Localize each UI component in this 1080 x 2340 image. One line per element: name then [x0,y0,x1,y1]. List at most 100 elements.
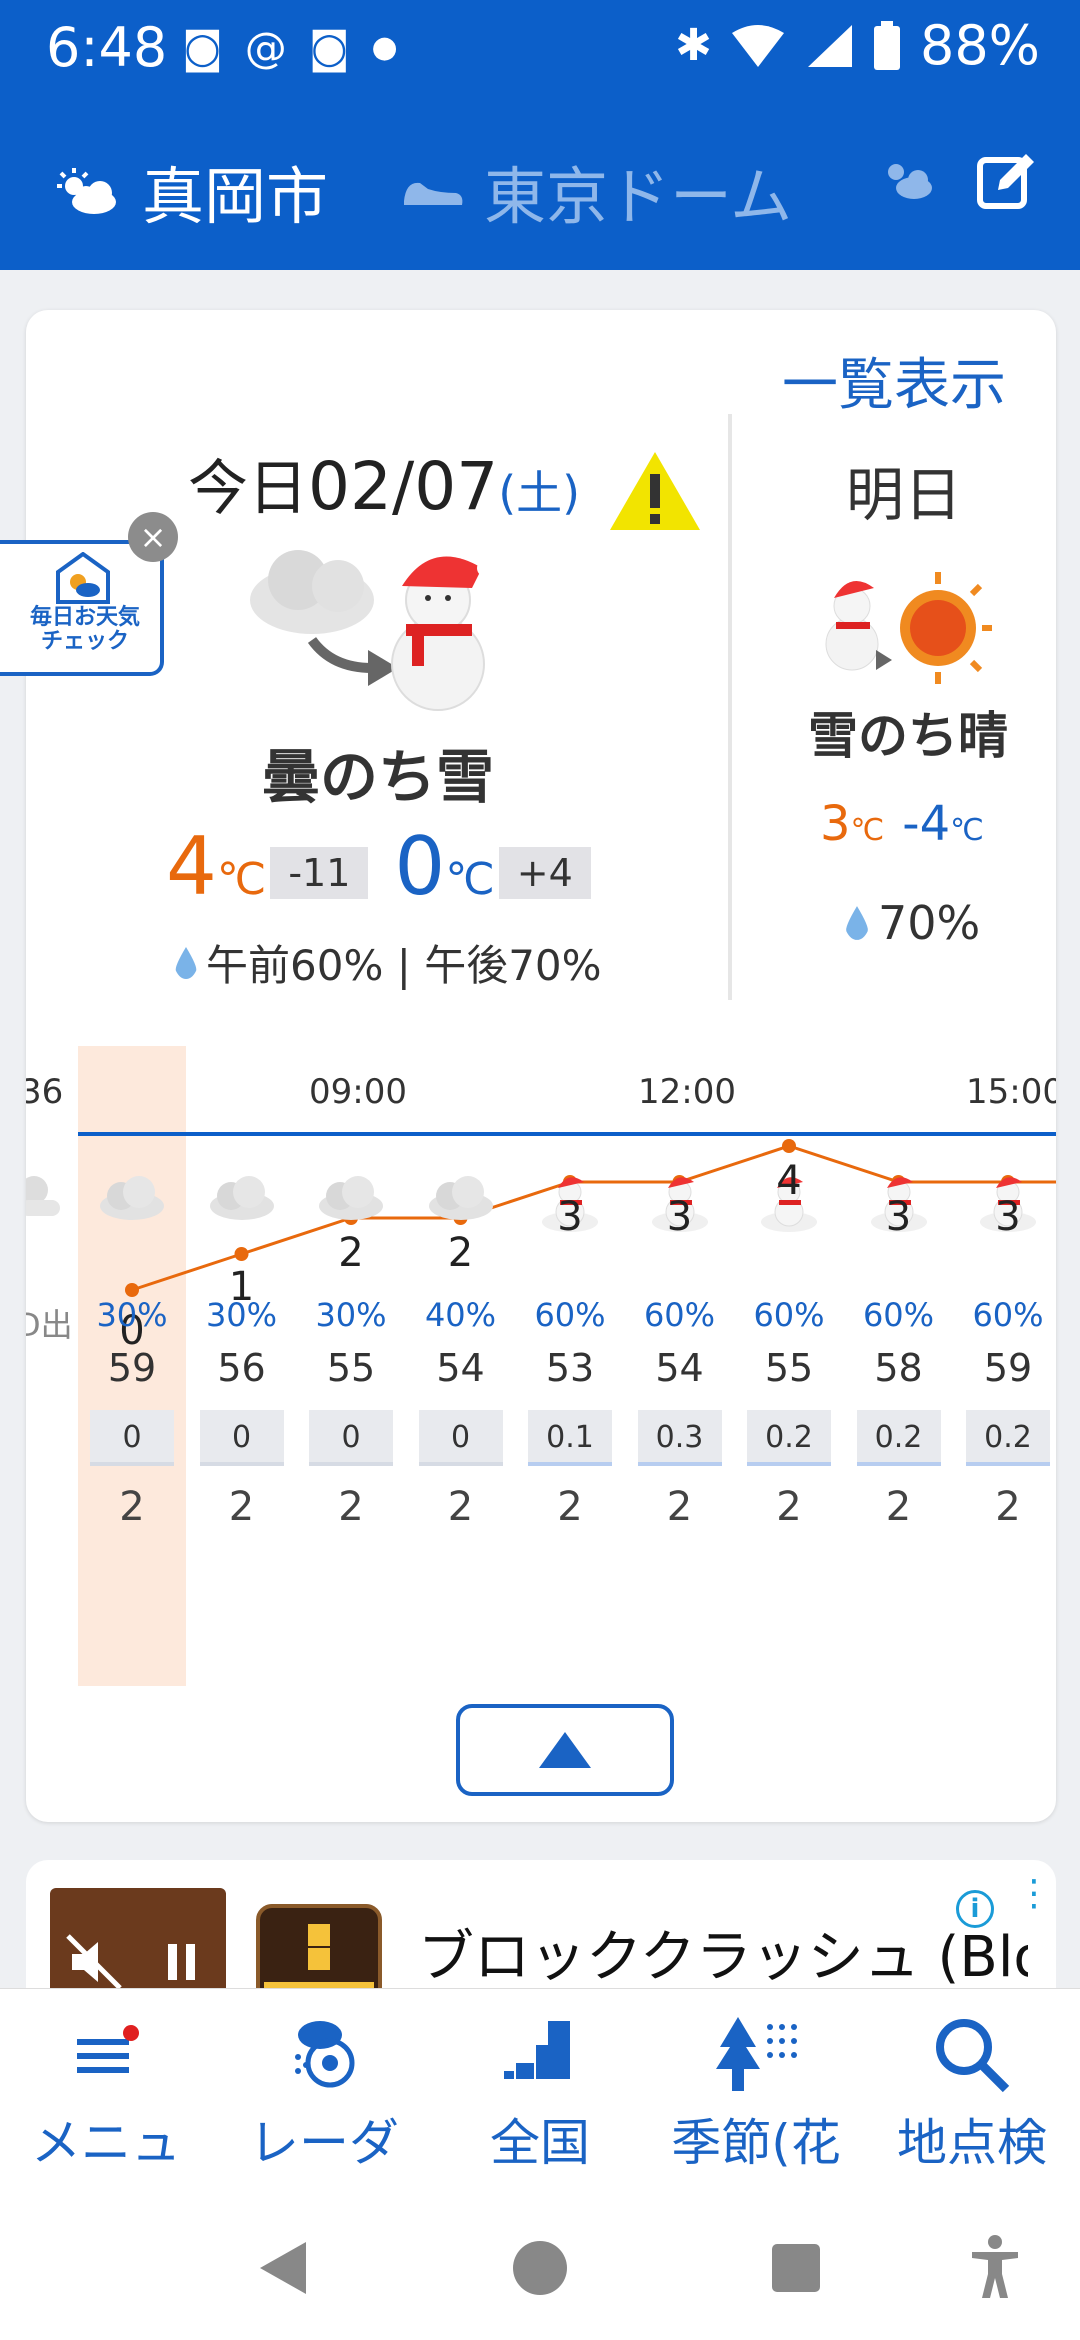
recents-icon[interactable] [770,2242,822,2294]
hourly-temp: 3 [995,1194,1021,1240]
hourly-temp: 3 [885,1194,912,1240]
hourly-column: 0 30% 59 0 2 [78,1046,186,1646]
location-main-label: 真岡市 [142,160,329,233]
calendar-sun-icon [56,552,110,604]
cloud-icon [407,1172,515,1222]
hourly-pop: 30% [315,1296,387,1334]
location-tab-main[interactable]: 真岡市 [52,146,328,236]
nav-national[interactable]: 全国 [440,2007,640,2175]
hourly-wind: 2 [557,1484,583,1530]
hourly-humidity: 59 [983,1346,1033,1390]
tomorrow-low-temp: -4℃ [902,796,984,852]
hourly-pop: 30% [96,1296,168,1334]
hourly-rain: 0 [418,1410,503,1466]
nav-label: 地点検 [897,2114,1047,2172]
daily-check-badge[interactable]: 毎日お天気 チェック [0,540,164,676]
bluetooth-icon: ✱ [675,20,712,71]
hourly-rain: 0.3 [637,1410,722,1466]
mute-icon[interactable] [64,1932,124,1992]
hourly-column: 3 60% 58 0.2 2 [845,1046,953,1646]
cloud-icon [188,1172,296,1222]
weather-settings-icon[interactable] [878,154,936,204]
hourly-wind: 2 [447,1484,474,1530]
hourly-forecast[interactable]: 36 09:00 12:00 15:00 D出 0 30% 59 0 2 1 30% 56 0 2… [26,1046,1056,1726]
nav-radar[interactable]: レーダ [224,2007,424,2175]
nav-season[interactable]: 季節(花 [656,2007,856,2175]
hourly-pop: 60% [753,1296,825,1334]
nav-label: メニュ [31,2114,181,2172]
status-bar: 6:48 ◙ @ ◙ ● ✱ 88% [0,0,1080,96]
tomorrow-label: 明日 [846,461,963,529]
app-header: 真岡市 東京ドーム [0,96,1080,270]
hourly-pop: 40% [424,1296,497,1334]
accessibility-icon[interactable] [970,2234,1020,2300]
edit-icon[interactable] [976,150,1038,212]
list-view-link[interactable]: 一覧表示 [782,340,1006,421]
bottom-nav: メニュ レーダ 全国 季節(花 地点検 [0,1988,1080,2196]
nav-label: 全国 [490,2114,590,2172]
today-title: 今日02/07(土) [188,440,580,527]
nav-search[interactable]: 地点検 [872,2007,1072,2175]
forecast-card: 一覧表示 今日02/07(土) 曇のち雪 4℃ -11 0℃ +4 午前60% … [26,310,1056,1822]
snow-then-sunny-icon [825,572,992,684]
status-right: ✱ 88% [675,14,1040,77]
hourly-wind: 2 [666,1484,693,1530]
nav-menu[interactable]: メニュ [6,2007,206,2175]
day-divider [728,414,732,1000]
shoe-icon [404,182,463,205]
collapse-button[interactable] [456,1704,674,1796]
hourly-humidity: 53 [545,1346,595,1390]
signal-icon [807,24,852,67]
hourly-column: 1 30% 56 0 2 [188,1046,296,1646]
hourly-temp: 2 [338,1230,364,1276]
today-low-temp: 0℃ [394,820,495,913]
today-precip-text: 午前60% | 午後70% [206,941,602,990]
hourly-rain: 0.2 [747,1410,831,1466]
close-icon[interactable]: × [128,512,178,562]
pause-icon[interactable] [162,1940,202,1984]
hourly-temp: 4 [776,1158,802,1204]
hourly-pop: 60% [534,1296,606,1334]
ad-title[interactable]: ブロッククラッシュ (Blo [418,1912,1028,1993]
menu-icon [6,2007,206,2103]
raindrop-icon [846,906,868,940]
status-time: 6:48 [46,16,168,79]
threads-icon: @ [244,23,287,72]
location-tab-sub[interactable]: 東京ドーム [400,146,792,236]
hourly-rain: 0.2 [856,1410,941,1466]
warning-icon[interactable] [608,450,702,532]
tomorrow-temps: 3℃ -4℃ [820,796,984,852]
hourly-temp: 3 [557,1194,583,1240]
hourly-pop: 60% [972,1296,1044,1334]
daily-check-text: 毎日お天気 チェック [29,605,140,654]
hourly-humidity: 54 [655,1346,704,1390]
triangle-up-icon [539,1732,591,1768]
cloudy-then-snow-icon [250,550,495,711]
today-date: 02/07 [308,448,499,525]
search-icon [872,2007,1072,2103]
hourly-column: 3 60% 59 0.2 2 [954,1046,1056,1646]
back-icon[interactable] [256,2240,310,2296]
cloud-icon [78,1172,186,1222]
hourly-pop: 60% [862,1296,935,1334]
today-high-temp: 4℃ [166,820,267,913]
wifi-icon [731,24,784,67]
tomorrow-weather-text: 雪のち晴 [808,707,1008,765]
nav-label: レーダ [249,2114,399,2172]
hourly-wind: 2 [119,1484,145,1530]
tomorrow-high-temp: 3℃ [820,796,885,852]
hourly-pop: 30% [205,1296,278,1334]
ad-more-icon[interactable]: ⋮ [1016,1876,1052,1912]
home-icon[interactable] [512,2240,568,2296]
hourly-rain: 0.1 [528,1410,612,1466]
notification-icons: ◙ @ ◙ ● [182,24,398,72]
today-weather-text: 曇のち雪 [262,743,495,811]
instagram-icon: ◙ [182,23,223,72]
system-nav-bar [0,2196,1080,2340]
hourly-humidity: 59 [107,1346,157,1390]
today-dow: (土) [498,466,581,520]
hourly-humidity: 54 [436,1346,485,1390]
tomorrow-precip: 70% [844,896,980,950]
ad-info-icon[interactable]: i [956,1890,994,1928]
hourly-rain: 0 [199,1410,284,1466]
